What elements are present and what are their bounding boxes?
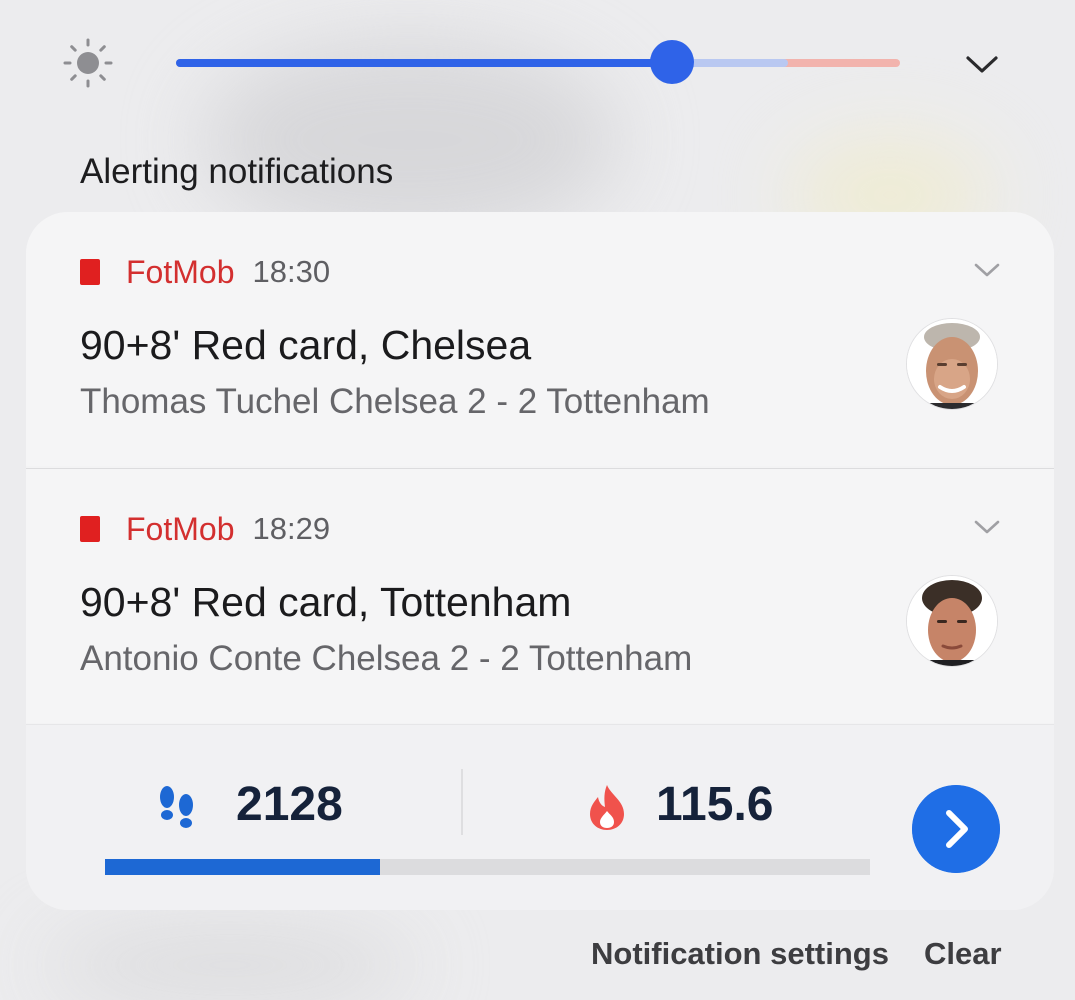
manager-avatar (906, 318, 998, 410)
sun-icon (63, 38, 113, 88)
notification-time: 18:30 (252, 254, 331, 289)
notification-text: Thomas Tuchel Chelsea 2 - 2 Tottenham (80, 382, 710, 421)
notification-time: 18:29 (252, 511, 331, 546)
footsteps-icon (160, 786, 193, 828)
notification-title: 90+8' Red card, Chelsea (80, 322, 532, 368)
manager-avatar (906, 575, 998, 667)
brightness-slider[interactable] (176, 40, 900, 84)
notification-card: FotMob 18:30 90+8' Red card, Chelsea Tho… (26, 212, 1054, 910)
calories-count: 115.6 (656, 778, 774, 831)
fotmob-app-icon (80, 259, 100, 285)
chevron-down-icon[interactable] (972, 517, 1002, 537)
app-name: FotMob (126, 510, 235, 547)
expand-panel-chevron-down-icon[interactable] (960, 44, 1004, 84)
notification-title: 90+8' Red card, Tottenham (80, 579, 572, 625)
brightness-thumb[interactable] (649, 40, 694, 84)
divider (461, 769, 463, 835)
notification-item[interactable]: FotMob 18:30 90+8' Red card, Chelsea Tho… (26, 212, 1054, 466)
brightness-fill (176, 59, 672, 67)
fotmob-app-icon (80, 516, 100, 542)
notification-item[interactable]: FotMob 18:29 90+8' Red card, Tottenham A… (26, 468, 1054, 723)
flame-icon (590, 785, 624, 830)
section-title: Alerting notifications (80, 152, 394, 191)
notification-settings-button[interactable]: Notification settings (591, 936, 889, 972)
background-blur (40, 930, 420, 1000)
clear-button[interactable]: Clear (924, 936, 1002, 972)
steps-progress-bar (105, 859, 870, 875)
app-name: FotMob (126, 253, 235, 290)
notification-text: Antonio Conte Chelsea 2 - 2 Tottenham (80, 639, 693, 678)
steps-progress-fill (105, 859, 381, 875)
steps-count: 2128 (236, 778, 343, 831)
samsung-health-widget[interactable]: 2128 115.6 (26, 724, 1054, 910)
open-health-button[interactable] (912, 785, 1000, 873)
chevron-down-icon[interactable] (972, 260, 1002, 280)
